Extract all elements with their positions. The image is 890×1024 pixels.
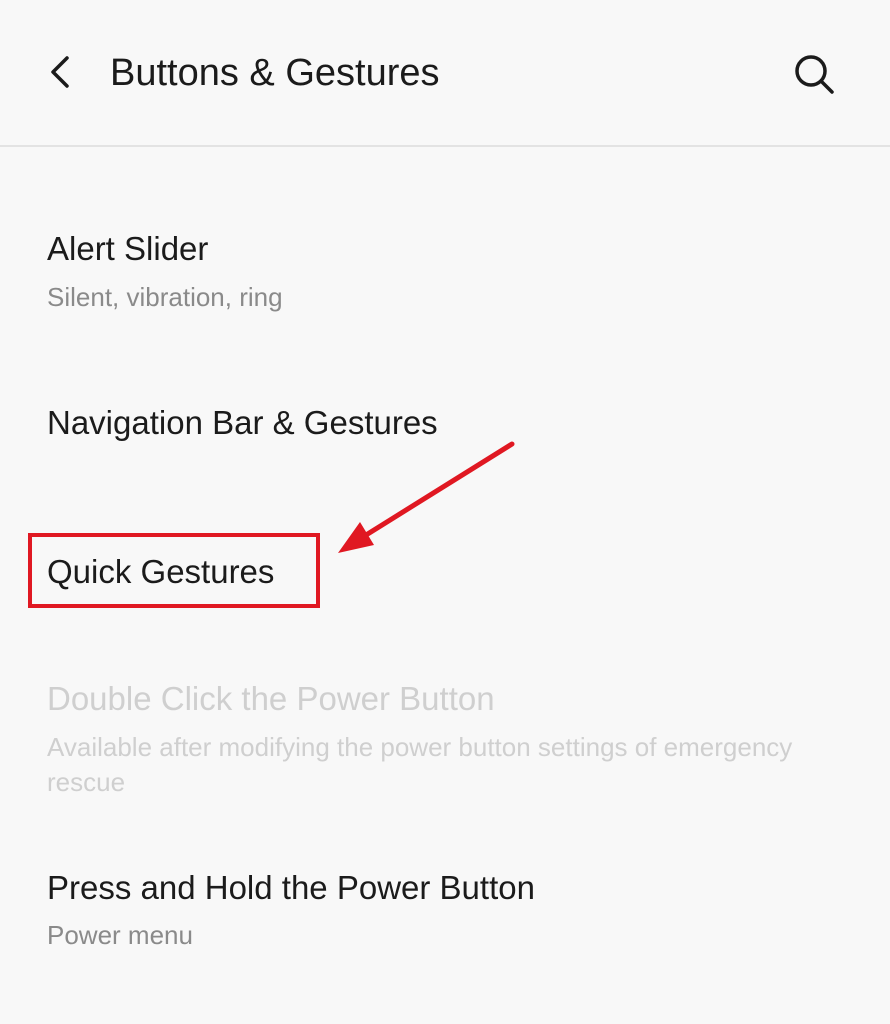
app-bar: Buttons & Gestures (0, 0, 890, 147)
setting-title: Press and Hold the Power Button (47, 869, 535, 906)
setting-press-hold-power-button[interactable]: Press and Hold the Power Button Power me… (0, 850, 890, 980)
search-button[interactable] (786, 46, 842, 102)
setting-navigation-bar-gestures[interactable]: Navigation Bar & Gestures (0, 375, 890, 475)
settings-screen: Buttons & Gestures Alert Slider Silent, … (0, 0, 890, 1024)
setting-title: Double Click the Power Button (47, 680, 495, 717)
setting-title: Quick Gestures (47, 553, 275, 590)
setting-summary: Available after modifying the power butt… (47, 732, 793, 797)
setting-quick-gestures[interactable]: Quick Gestures (0, 520, 890, 620)
page-title: Buttons & Gestures (110, 52, 440, 94)
setting-summary: Power menu (47, 920, 193, 950)
setting-double-click-power-button: Double Click the Power Button Available … (0, 655, 890, 815)
setting-title: Navigation Bar & Gestures (47, 404, 438, 441)
setting-summary: Silent, vibration, ring (47, 282, 283, 312)
setting-alert-slider[interactable]: Alert Slider Silent, vibration, ring (0, 200, 890, 330)
back-button[interactable] (34, 46, 86, 98)
setting-title: Alert Slider (47, 230, 209, 267)
search-icon (795, 55, 834, 94)
chevron-left-icon (51, 56, 69, 88)
